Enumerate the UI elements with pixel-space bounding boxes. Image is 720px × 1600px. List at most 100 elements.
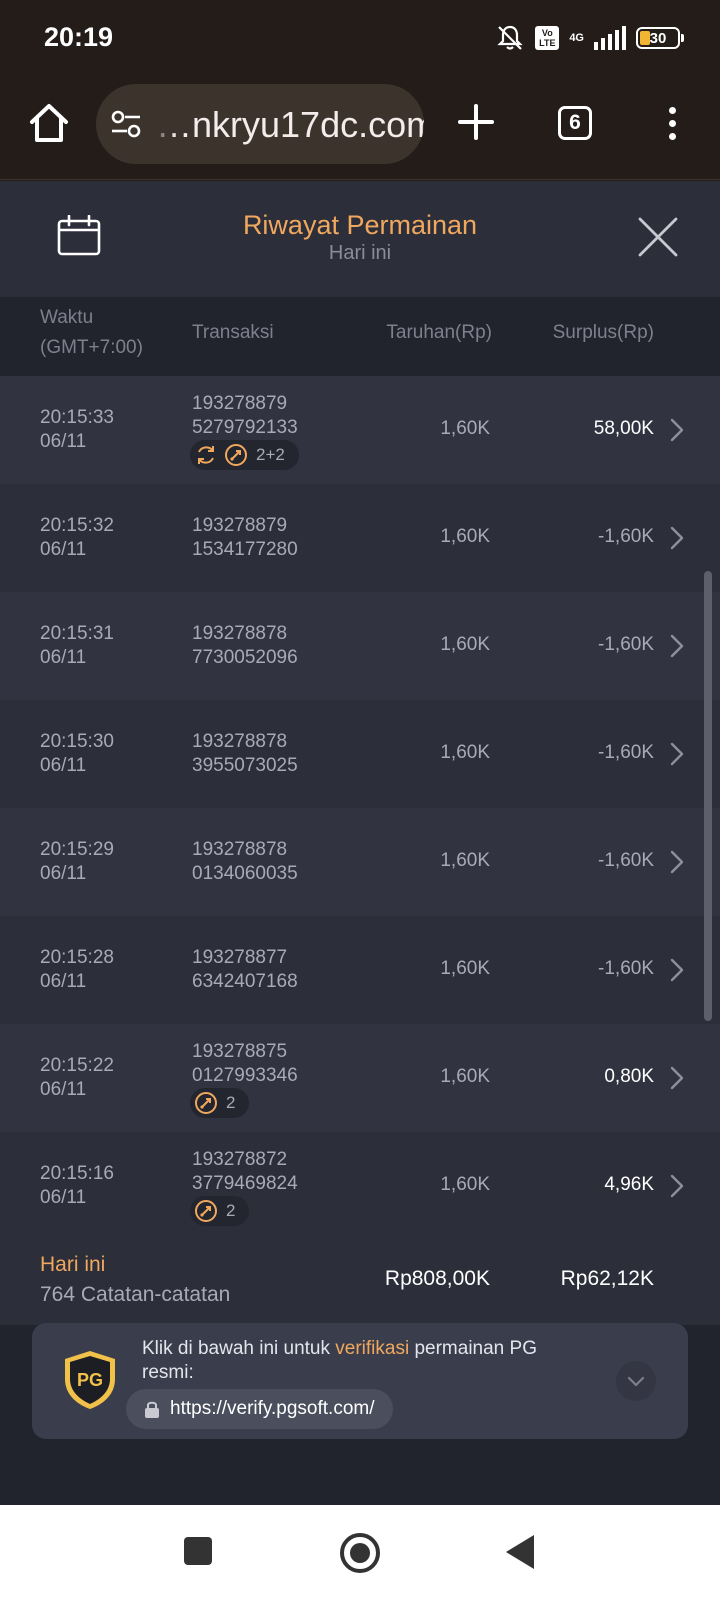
tab-switcher-button[interactable]: 6 [558, 106, 592, 140]
verify-link[interactable]: https://verify.pgsoft.com/ [126, 1389, 393, 1429]
chevron-right-icon[interactable] [668, 957, 686, 983]
row-transaction-id: 193278878 0134060035 [192, 839, 298, 884]
history-row[interactable]: 20:15:30 06/11 193278878 3955073025 1,60K -1,… [0, 700, 720, 808]
game-history-modal: Riwayat Permainan Hari ini Waktu (GMT+7:… [0, 181, 720, 1505]
row-bet: 1,60K [440, 850, 490, 871]
site-settings-icon[interactable] [110, 110, 142, 138]
row-transaction-id: 193278878 3955073025 [192, 731, 298, 776]
row-time: 20:15:32 06/11 [40, 515, 114, 560]
close-icon[interactable] [636, 215, 680, 259]
home-icon[interactable] [24, 98, 74, 148]
row-transaction-id: 193278875 0127993346 [192, 1041, 298, 1086]
chevron-right-icon[interactable] [668, 525, 686, 551]
row-time: 20:15:30 06/11 [40, 731, 114, 776]
volte-icon: Vo LTE [535, 26, 560, 50]
modal-subtitle: Hari ini [328, 242, 392, 264]
row-bet: 1,60K [440, 742, 490, 763]
badge-count: 2 [226, 1201, 236, 1220]
history-row[interactable]: 20:15:32 06/11 193278879 1534177280 1,60K -1,… [0, 484, 720, 592]
more-menu-icon[interactable] [660, 102, 684, 146]
row-transaction-id: 193278879 1534177280 [192, 515, 298, 560]
row-surplus: 0,80K [604, 1066, 654, 1087]
status-bar: 20:19 Vo LTE 4G 30 [0, 0, 720, 76]
row-time: 20:15:33 06/11 [40, 407, 114, 452]
recent-apps-icon[interactable] [184, 1537, 212, 1565]
address-bar[interactable]: …nkryu17dc.com [96, 84, 424, 164]
history-row[interactable]: 20:15:33 06/11 193278879 5279792133 2+2 1,60K… [0, 376, 720, 484]
lock-icon [145, 1401, 159, 1418]
free-spin-refresh-icon [198, 446, 214, 464]
row-time: 20:15:16 06/11 [40, 1163, 114, 1208]
column-header-transaction: Transaksi [192, 322, 274, 343]
verify-message: Klik di bawah ini untuk verifikasi perma… [142, 1338, 537, 1383]
row-time: 20:15:28 06/11 [40, 947, 114, 992]
row-bet: 1,60K [440, 418, 490, 439]
row-transaction-id: 193278877 6342407168 [192, 947, 298, 992]
verify-url: https://verify.pgsoft.com/ [170, 1398, 375, 1419]
status-time: 20:19 [44, 22, 114, 52]
chevron-right-icon[interactable] [668, 1065, 686, 1091]
row-transaction-id: 193278879 5279792133 [192, 393, 298, 438]
battery-icon: 30 [636, 27, 684, 49]
multiplier-icon [225, 444, 247, 466]
chevron-right-icon[interactable] [668, 1173, 686, 1199]
row-surplus: -1,60K [598, 634, 654, 655]
url-text: …nkryu17dc.com [156, 104, 424, 145]
column-header-time: Waktu (GMT+7:00) [40, 307, 143, 358]
chevron-right-icon[interactable] [668, 633, 686, 659]
row-time: 20:15:31 06/11 [40, 623, 114, 668]
row-surplus: -1,60K [598, 742, 654, 763]
total-surplus: Rp62,12K [560, 1267, 654, 1290]
history-row[interactable]: 20:15:16 06/11 193278872 3779469824 2 1,60K 4,… [0, 1132, 720, 1240]
back-icon[interactable] [506, 1535, 534, 1569]
badge-count: 2 [226, 1093, 236, 1112]
bell-off-icon [497, 25, 523, 50]
verify-highlight: verifikasi [335, 1338, 410, 1359]
row-bet: 1,60K [440, 526, 490, 547]
multiplier-icon [195, 1200, 217, 1222]
chevron-down-icon [627, 1376, 645, 1387]
pg-shield-logo: PG [65, 1351, 115, 1409]
scrollbar[interactable] [704, 571, 712, 1021]
expand-button[interactable] [616, 1361, 656, 1401]
system-navigation-bar [0, 1505, 720, 1600]
signal-icon [594, 26, 626, 50]
battery-level: 30 [649, 30, 667, 47]
history-row[interactable]: 20:15:28 06/11 193278877 6342407168 1,60K -1,… [0, 916, 720, 1024]
summary-bar: Hari ini 764 Catatan-catatan Rp808,00K R… [0, 1233, 720, 1325]
column-header-surplus: Surplus(Rp) [552, 322, 654, 343]
history-list: 20:15:33 06/11 193278879 5279792133 2+2 1,60K… [0, 376, 720, 1240]
row-transaction-id: 193278878 7730052096 [192, 623, 298, 668]
total-bet: Rp808,00K [384, 1267, 490, 1290]
row-surplus: 58,00K [593, 418, 654, 439]
row-transaction-id: 193278872 3779469824 [192, 1149, 298, 1194]
row-time: 20:15:22 06/11 [40, 1055, 114, 1100]
summary-label: Hari ini [40, 1253, 106, 1276]
svg-text:PG: PG [77, 1370, 103, 1390]
modal-header: Riwayat Permainan Hari ini [0, 181, 720, 297]
row-bet: 1,60K [440, 634, 490, 655]
row-feature-badge: 2+2 [190, 440, 299, 470]
home-nav-icon[interactable] [340, 1533, 380, 1573]
badge-count: 2+2 [256, 445, 285, 464]
verify-banner: PG Klik di bawah ini untuk verifikasi pe… [32, 1323, 688, 1439]
new-tab-icon[interactable] [452, 98, 500, 146]
row-surplus: -1,60K [598, 958, 654, 979]
browser-toolbar: …nkryu17dc.com 6 [0, 76, 720, 180]
column-header-bet: Taruhan(Rp) [386, 322, 492, 343]
history-row[interactable]: 20:15:31 06/11 193278878 7730052096 1,60K -1,… [0, 592, 720, 700]
table-header: Waktu (GMT+7:00) Transaksi Taruhan(Rp) S… [0, 303, 720, 369]
row-feature-badge: 2 [190, 1088, 250, 1118]
row-bet: 1,60K [440, 1066, 490, 1087]
row-surplus: -1,60K [598, 850, 654, 871]
row-surplus: -1,60K [598, 526, 654, 547]
multiplier-icon [195, 1092, 217, 1114]
chevron-right-icon[interactable] [668, 741, 686, 767]
network-type: 4G [569, 31, 584, 44]
chevron-right-icon[interactable] [668, 417, 686, 443]
modal-title: Riwayat Permainan [242, 210, 478, 240]
chevron-right-icon[interactable] [668, 849, 686, 875]
history-row[interactable]: 20:15:22 06/11 193278875 0127993346 2 1,60K 0,… [0, 1024, 720, 1132]
row-feature-badge: 2 [190, 1196, 250, 1226]
history-row[interactable]: 20:15:29 06/11 193278878 0134060035 1,60K -1,… [0, 808, 720, 916]
